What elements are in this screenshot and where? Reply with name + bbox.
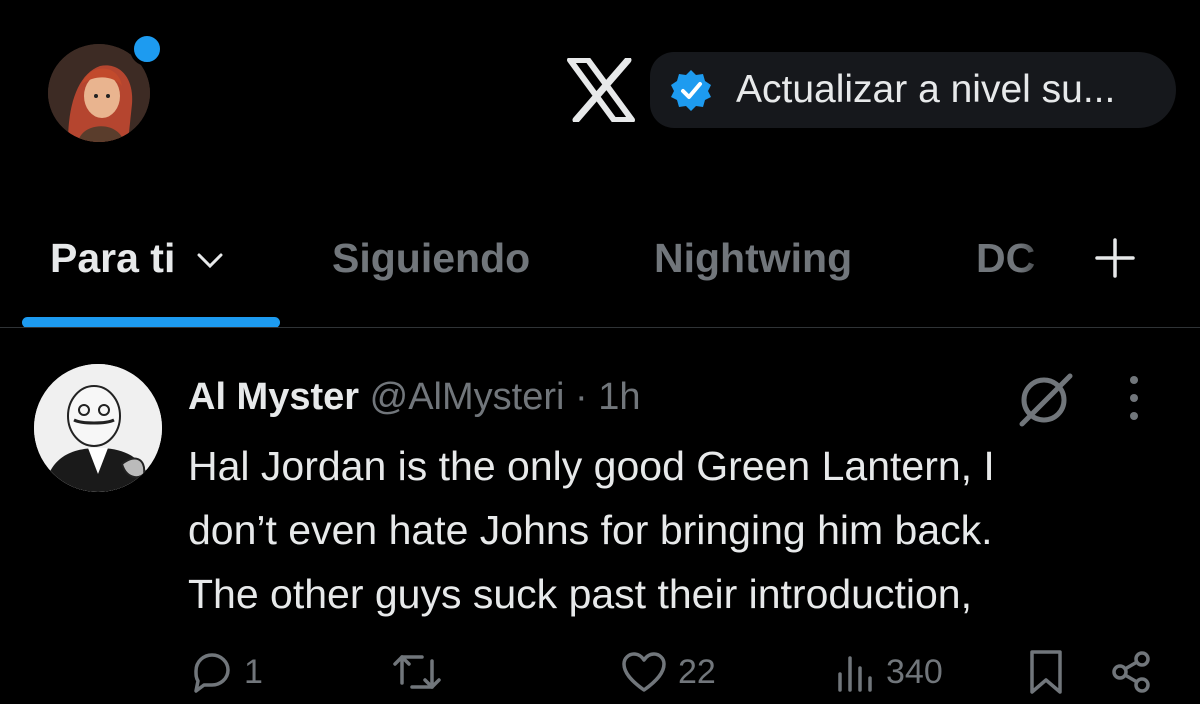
like-button[interactable]: 22 [620,640,716,704]
tweet-header: Al Myster @AlMysteri · 1h [188,372,641,422]
premium-label: Actualizar a nivel su... [736,68,1116,111]
tab-para-ti[interactable]: Para ti [50,228,225,288]
premium-upgrade-button[interactable]: Actualizar a nivel su... [650,52,1176,128]
verified-icon [671,70,711,111]
bookmark-button[interactable] [1026,640,1066,704]
tab-nightwing[interactable]: Nightwing [654,228,852,288]
x-logo-icon[interactable] [566,58,636,122]
author-avatar[interactable] [34,364,162,492]
views-button[interactable]: 340 [832,640,943,704]
reply-count: 1 [244,652,263,691]
plus-icon[interactable] [1090,228,1140,288]
separator: · [575,376,588,418]
bookmark-icon [1030,650,1062,694]
share-button[interactable] [1108,640,1154,704]
more-icon[interactable] [1118,372,1150,426]
view-count: 340 [886,652,943,691]
like-count: 22 [678,652,716,691]
tab-label: Para ti [50,235,176,281]
share-icon [1112,651,1150,693]
repost-button[interactable] [392,640,442,704]
tweet-line: The other guys suck past their introduct… [188,571,972,617]
grok-icon[interactable] [1010,370,1080,428]
reply-button[interactable]: 1 [188,640,263,704]
author-name[interactable]: Al Myster [188,376,359,418]
notification-dot [130,32,164,66]
tweet-actions: 1 22 340 [0,640,1200,704]
tabs-fade [1020,228,1080,288]
chevron-down-icon [197,253,223,269]
tweet-line: Hal Jordan is the only good Green Lanter… [188,443,995,489]
like-icon [622,652,666,692]
author-handle[interactable]: @AlMysteri [370,376,565,418]
tab-label: Nightwing [654,235,853,281]
repost-icon [393,655,441,689]
reply-icon [194,653,230,693]
tabs-divider [0,327,1200,328]
tweet-line: don’t even hate Johns for bringing him b… [188,507,993,553]
tweet-text: Hal Jordan is the only good Green Lanter… [188,434,1188,626]
tweet-time[interactable]: 1h [598,376,640,418]
tab-siguiendo[interactable]: Siguiendo [332,228,530,288]
views-icon [838,656,872,692]
tab-label: Siguiendo [332,235,531,281]
